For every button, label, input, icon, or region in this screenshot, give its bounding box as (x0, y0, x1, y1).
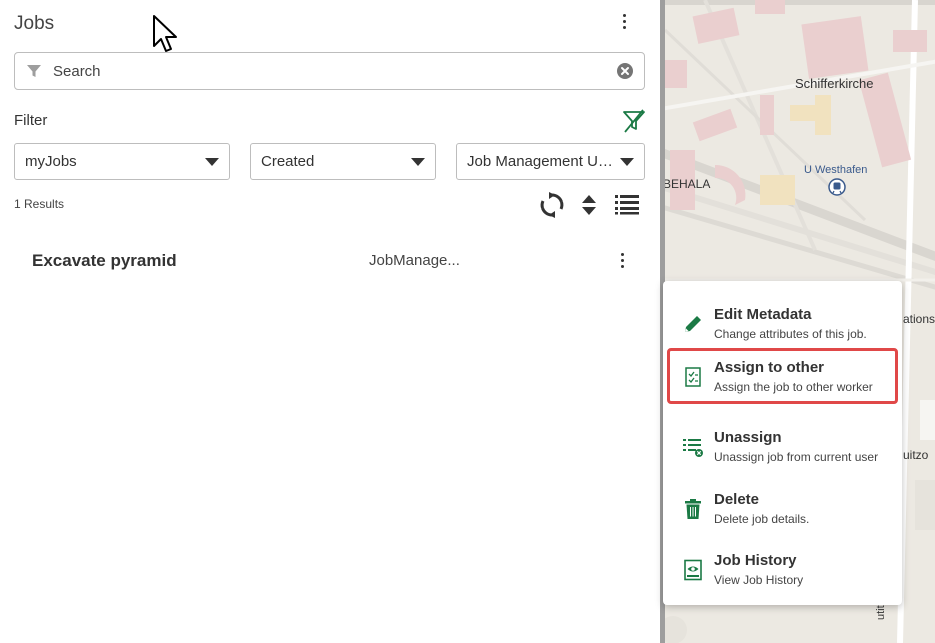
caret-down-icon (411, 157, 425, 166)
menu-item-delete[interactable]: Delete Delete job details. (667, 480, 898, 536)
menu-item-title: Delete (714, 491, 760, 508)
map-label-church: Schifferkirche (795, 76, 874, 91)
menu-item-assign-to-other[interactable]: Assign to other Assign the job to other … (667, 348, 898, 404)
job-list-item[interactable]: Excavate pyramid JobManage... (14, 240, 645, 280)
map-label-station: U Westhafen (804, 164, 868, 176)
clear-search-icon[interactable] (616, 62, 634, 80)
owner-filter-value: myJobs (25, 153, 77, 170)
funnel-icon (27, 65, 41, 77)
job-more-options-icon[interactable] (614, 249, 630, 271)
map-label-edge-2: uitzo (903, 448, 929, 462)
panel-more-options-icon[interactable] (616, 10, 632, 32)
menu-item-subtitle: Unassign job from current user (714, 450, 879, 464)
menu-item-subtitle: Delete job details. (714, 512, 810, 526)
job-context-menu: Edit Metadata Change attributes of this … (663, 281, 902, 605)
caret-down-icon (620, 157, 634, 166)
results-count: 1 Results (14, 197, 65, 211)
search-input[interactable] (53, 62, 616, 80)
menu-item-edit-metadata[interactable]: Edit Metadata Change attributes of this … (667, 295, 898, 351)
trash-icon (685, 499, 701, 519)
map-label-edge: ations (903, 312, 935, 326)
panel-title: Jobs (14, 13, 55, 34)
status-filter-select[interactable]: Created (250, 143, 436, 180)
type-filter-value: Job Management Us... (467, 153, 614, 170)
status-filter-value: Created (261, 153, 315, 170)
menu-item-unassign[interactable]: Unassign Unassign job from current user (667, 418, 898, 474)
job-assignee: JobManage... (369, 252, 460, 269)
pencil-icon (685, 316, 701, 332)
jobs-panel: Jobs Filter myJobs Created Job Managemen… (0, 0, 661, 643)
clear-filter-icon[interactable] (622, 108, 646, 134)
search-box[interactable] (14, 52, 645, 90)
list-view-icon[interactable] (615, 193, 639, 215)
menu-item-subtitle: View Job History (714, 573, 804, 587)
type-filter-select[interactable]: Job Management Us... (456, 143, 645, 180)
menu-item-subtitle: Assign the job to other worker (714, 380, 873, 394)
job-name: Excavate pyramid (32, 251, 177, 270)
filter-label: Filter (14, 112, 48, 129)
sort-icon[interactable] (580, 194, 598, 216)
menu-item-job-history[interactable]: Job History View Job History (667, 541, 898, 597)
refresh-icon[interactable] (538, 191, 566, 219)
menu-item-title: Assign to other (714, 359, 825, 376)
unassign-list-icon (683, 439, 703, 457)
subway-station-icon (828, 178, 846, 196)
assign-document-icon (685, 367, 701, 387)
map-label-street: BEHALA (665, 177, 711, 191)
menu-item-subtitle: Change attributes of this job. (714, 327, 867, 341)
history-icon (684, 559, 702, 581)
menu-item-title: Job History (714, 552, 797, 569)
caret-down-icon (205, 157, 219, 166)
menu-item-title: Edit Metadata (714, 306, 812, 323)
owner-filter-select[interactable]: myJobs (14, 143, 230, 180)
menu-item-title: Unassign (714, 429, 782, 446)
